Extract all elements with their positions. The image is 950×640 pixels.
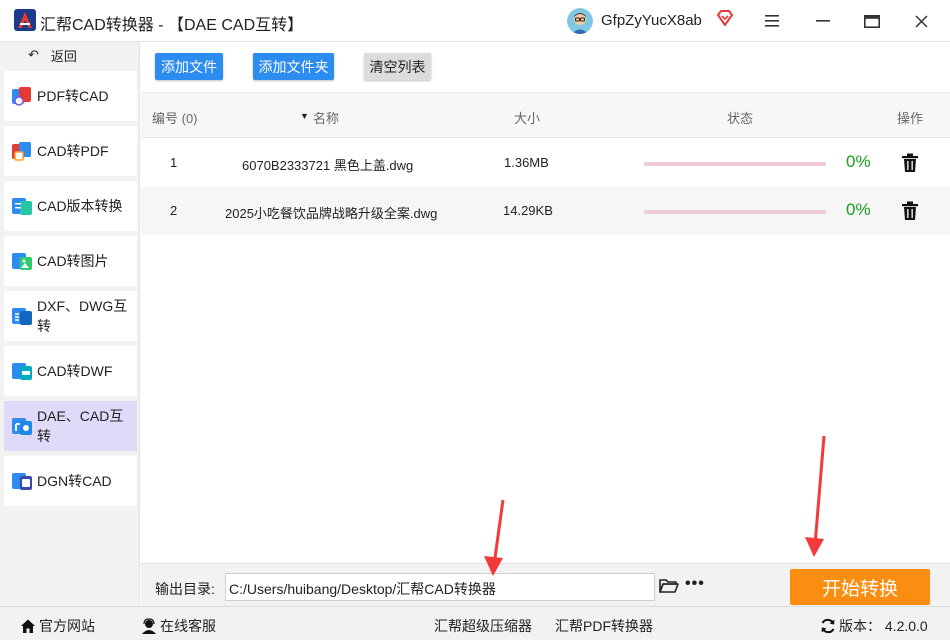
- row-file-name: 6070B2333721 黑色上盖.dwg: [242, 158, 414, 173]
- menu-icon[interactable]: [761, 10, 783, 32]
- cad-to-pdf-icon: [12, 142, 31, 161]
- cad-to-dwf-icon: [12, 363, 32, 380]
- user-avatar[interactable]: [567, 8, 593, 34]
- support-agent-icon: [142, 618, 156, 634]
- compressor-link[interactable]: 汇帮超级压缩器: [434, 616, 532, 636]
- file-table-header: 编号 (0) ▼ 名称 大小 状态 操作: [141, 92, 950, 138]
- sidebar-item-pdf-to-cad[interactable]: PDF转CAD: [4, 71, 137, 121]
- app-logo-icon: [14, 9, 36, 31]
- version-label: 版本： 4.2.0.0: [839, 618, 928, 634]
- sidebar-item-dgn-to-cad[interactable]: DGN转CAD: [4, 456, 137, 506]
- sidebar-item-label: CAD转DWF: [37, 363, 113, 379]
- output-path-field[interactable]: C:/Users/huibang/Desktop/汇帮CAD转换器: [225, 573, 655, 601]
- sidebar-item-label: PDF转CAD: [37, 88, 109, 104]
- official-website-label: 官方网站: [39, 618, 95, 634]
- header-name[interactable]: 名称: [313, 108, 339, 127]
- annotation-arrow-start: [805, 435, 826, 557]
- back-button[interactable]: ↶ 返回: [0, 42, 140, 68]
- delete-icon[interactable]: [901, 153, 919, 173]
- title-bar: 汇帮CAD转换器 - 【DAE CAD互转】 GfpZyYucX8ab: [0, 0, 950, 42]
- header-index[interactable]: 编号 (0): [152, 108, 198, 127]
- header-action: 操作: [897, 111, 924, 126]
- vip-diamond-icon[interactable]: [716, 9, 734, 27]
- header-status: 状态: [727, 111, 754, 126]
- dgn-to-cad-icon: [12, 473, 32, 490]
- delete-icon[interactable]: [901, 201, 919, 221]
- refresh-icon: [821, 618, 835, 634]
- pdf-converter-label: 汇帮PDF转换器: [555, 618, 653, 634]
- sidebar-item-label: CAD版本转换: [37, 198, 123, 214]
- compressor-label: 汇帮超级压缩器: [434, 618, 532, 634]
- version-info[interactable]: 版本： 4.2.0.0: [820, 616, 928, 636]
- back-arrow-icon: ↶: [28, 47, 39, 62]
- row-file-size: 1.36MB: [504, 155, 549, 170]
- output-dir-label: 输出目录:: [155, 581, 215, 597]
- more-options-icon[interactable]: •••: [685, 575, 705, 593]
- cad-to-image-icon: [12, 253, 32, 270]
- sidebar-item-label: DGN转CAD: [37, 473, 112, 489]
- sidebar-item-dae-cad[interactable]: DAE、CAD互转: [4, 401, 137, 451]
- row-progress-bar: [644, 162, 826, 166]
- dae-cad-icon: [12, 418, 32, 435]
- home-icon: [21, 619, 35, 633]
- close-icon[interactable]: [910, 10, 932, 32]
- table-row[interactable]: 2 2025小吃餐饮品牌战略升级全案.dwg 14.29KB 0%: [141, 187, 950, 235]
- online-support-link[interactable]: 在线客服: [141, 616, 216, 636]
- add-folder-button[interactable]: 添加文件夹: [253, 53, 334, 80]
- start-convert-button[interactable]: 开始转换: [790, 569, 930, 605]
- cad-version-icon: [12, 198, 32, 215]
- sidebar-item-label: DAE、CAD互转: [37, 408, 124, 444]
- sidebar-item-label: DXF、DWG互转: [37, 298, 128, 334]
- maximize-icon[interactable]: [861, 10, 883, 32]
- row-index: 2: [170, 203, 178, 218]
- clear-list-button[interactable]: 清空列表: [364, 53, 431, 80]
- sidebar-item-cad-to-image[interactable]: CAD转图片: [4, 236, 137, 286]
- user-name[interactable]: GfpZyYucX8ab: [601, 12, 702, 29]
- sidebar-item-cad-to-dwf[interactable]: CAD转DWF: [4, 346, 137, 396]
- official-website-link[interactable]: 官方网站: [20, 616, 95, 636]
- output-bar: 输出目录: C:/Users/huibang/Desktop/汇帮CAD转换器 …: [141, 563, 950, 606]
- minimize-icon[interactable]: [812, 10, 834, 32]
- pdf-to-cad-icon: [12, 87, 31, 106]
- back-label: 返回: [50, 48, 77, 64]
- row-file-name: 2025小吃餐饮品牌战略升级全案.dwg: [225, 206, 438, 221]
- add-file-button[interactable]: 添加文件: [155, 53, 223, 80]
- sort-desc-icon[interactable]: ▼: [300, 111, 309, 121]
- row-progress-bar: [644, 210, 826, 214]
- row-file-size: 14.29KB: [503, 203, 553, 218]
- sidebar-item-label: CAD转图片: [37, 253, 109, 269]
- window-title: 汇帮CAD转换器 - 【DAE CAD互转】: [40, 17, 304, 34]
- sidebar-item-label: CAD转PDF: [37, 143, 109, 159]
- folder-open-icon[interactable]: [659, 578, 679, 594]
- dxf-dwg-icon: [12, 308, 32, 325]
- sidebar-item-cad-version[interactable]: CAD版本转换: [4, 181, 137, 231]
- header-size[interactable]: 大小: [514, 108, 540, 127]
- table-row[interactable]: 1 6070B2333721 黑色上盖.dwg 1.36MB 0%: [141, 139, 950, 187]
- sidebar-item-dxf-dwg[interactable]: DXF、DWG互转: [4, 291, 137, 341]
- pdf-converter-link[interactable]: 汇帮PDF转换器: [555, 616, 653, 636]
- footer-bar: 官方网站 在线客服 汇帮超级压缩器 汇帮PDF转换器 版本： 4.2.0.0: [0, 606, 950, 640]
- sidebar-item-cad-to-pdf[interactable]: CAD转PDF: [4, 126, 137, 176]
- row-percent: 0%: [846, 152, 871, 171]
- online-support-label: 在线客服: [160, 618, 216, 634]
- row-index: 1: [170, 155, 178, 170]
- sidebar: ↶ 返回 PDF转CAD CAD转PDF CAD版本转换 CAD转图片 DXF、…: [0, 42, 140, 606]
- row-percent: 0%: [846, 200, 871, 219]
